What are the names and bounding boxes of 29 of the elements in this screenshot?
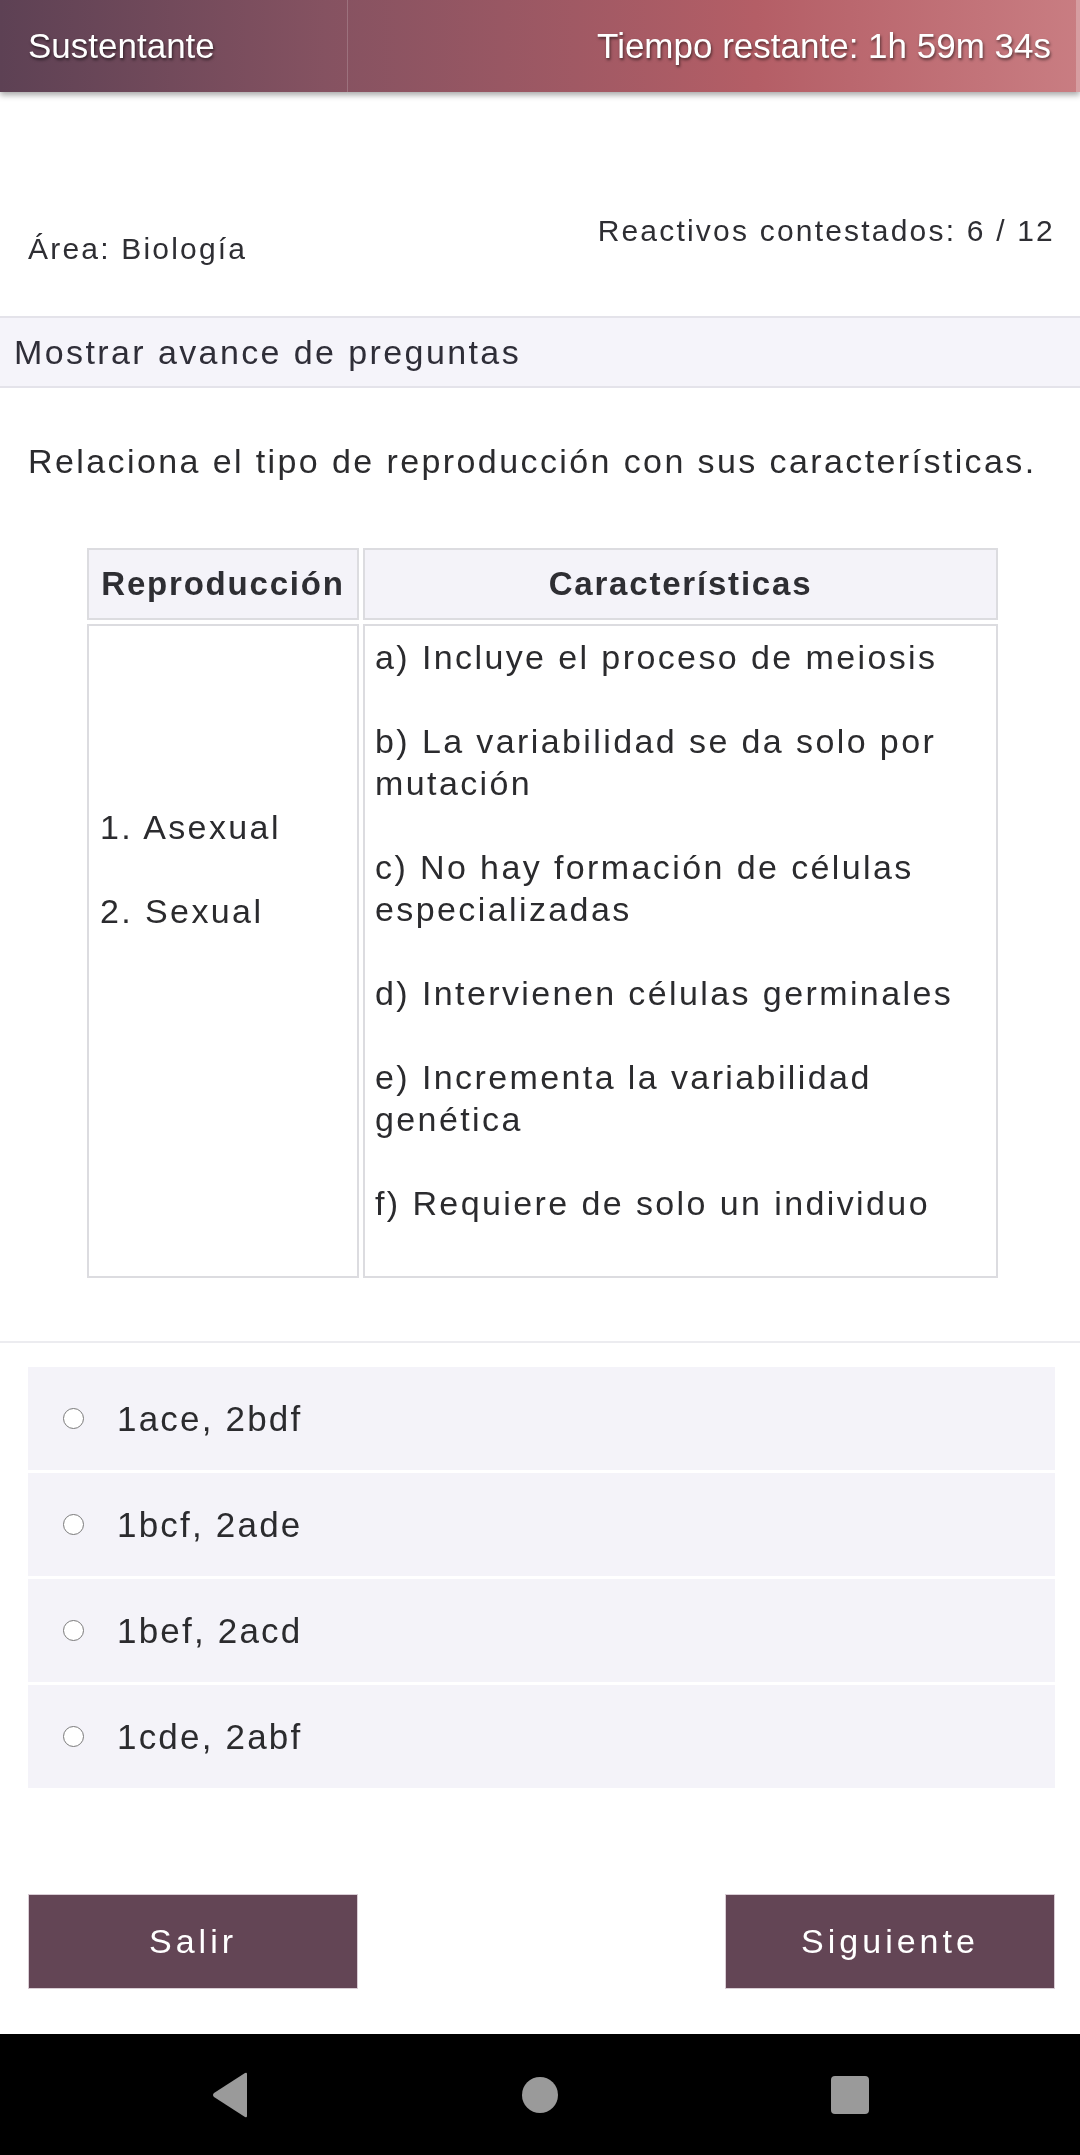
characteristic-text: b) La variabilidad se da solo por mutación (375, 721, 938, 804)
characteristic-text: d) Intervienen células germinales (375, 973, 955, 1014)
characteristic-text: c) No hay formación de células especializadas (375, 847, 915, 930)
radio-button[interactable] (63, 1408, 84, 1429)
radio-button[interactable] (63, 1620, 84, 1641)
progress-toggle[interactable]: Mostrar avance de preguntas (0, 316, 1080, 388)
area-label: Área: Biología (28, 232, 248, 266)
reproduction-type-text: 1. Asexual (100, 807, 282, 848)
recents-icon[interactable] (831, 2075, 869, 2114)
column-header: Reproducción (87, 548, 359, 620)
action-button[interactable]: Salir (28, 1894, 358, 1989)
answer-option[interactable]: 1bef, 2acd (28, 1579, 1055, 1682)
role-title: Sustentante (28, 26, 215, 66)
column-header: Características (363, 548, 998, 620)
characteristic-text: e) Incrementa la variabilidad genética (375, 1057, 873, 1140)
characteristic-text: a) Incluye el proceso de meiosis (375, 637, 939, 678)
radio-button[interactable] (63, 1726, 84, 1747)
question-text: Relaciona el tipo de reproducción con sus características. (28, 441, 1038, 482)
answer-option[interactable]: 1bcf, 2ade (28, 1473, 1055, 1576)
reproduction-type-text: 2. Sexual (100, 891, 265, 932)
action-button[interactable]: Siguiente (725, 1894, 1055, 1989)
radio-button[interactable] (63, 1514, 84, 1535)
characteristic-text: f) Requiere de solo un individuo (375, 1183, 931, 1224)
timer-text: Tiempo restante: 1h 59m 34s (597, 26, 1051, 66)
home-icon[interactable] (522, 2076, 558, 2113)
answer-option[interactable]: 1ace, 2bdf (28, 1367, 1055, 1470)
answered-count: Reactivos contestados: 6 / 12 (597, 214, 1055, 248)
back-icon[interactable] (211, 2071, 249, 2118)
answer-option[interactable]: 1cde, 2abf (28, 1685, 1055, 1788)
